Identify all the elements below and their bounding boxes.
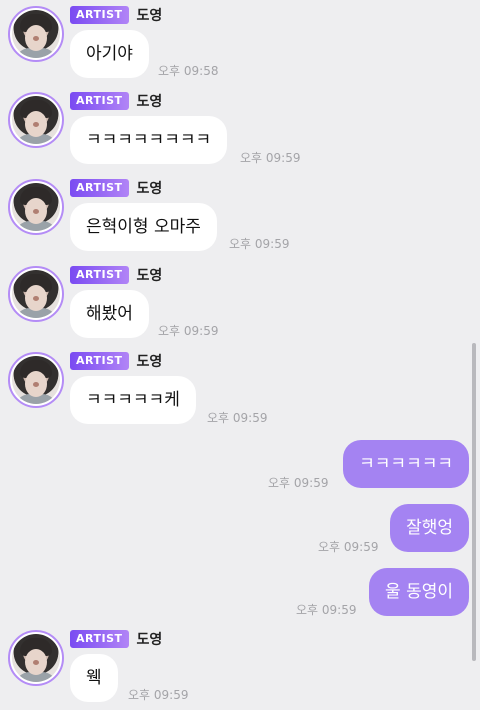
sender-name: 도영 [136,181,163,197]
message-bubble[interactable]: 아기야 [70,30,149,78]
sender-row: ARTIST 도영 [70,6,162,24]
artist-badge: ARTIST [70,266,129,284]
message-time: 오후 09:59 [128,688,189,702]
sender-row: ARTIST 도영 [70,630,162,648]
sender-row: ARTIST 도영 [70,266,162,284]
outgoing-message-bubble[interactable]: 울 동영이 [369,568,469,616]
message-bubble[interactable]: ㅋㅋㅋㅋㅋㅋㅋㅋ [70,116,228,164]
artist-badge: ARTIST [70,6,129,24]
message-time: 오후 09:59 [229,237,290,251]
message-bubble[interactable]: ㅋㅋㅋㅋㅋ케 [70,376,196,424]
message-time: 오후 09:59 [318,540,379,554]
message-time: 오후 09:59 [268,476,329,490]
message-time: 오후 09:59 [207,411,268,425]
message-time: 오후 09:59 [240,151,301,165]
sender-name: 도영 [136,94,163,110]
outgoing-message-bubble[interactable]: ㅋㅋㅋㅋㅋㅋ [343,440,469,488]
artist-badge: ARTIST [70,92,129,110]
sender-name: 도영 [136,268,163,284]
message-bubble[interactable]: 웩 [70,654,118,702]
avatar[interactable] [8,352,64,408]
sender-name: 도영 [136,632,163,648]
message-time: 오후 09:59 [296,603,357,617]
sender-name: 도영 [136,354,163,370]
artist-badge: ARTIST [70,179,129,197]
avatar[interactable] [8,92,64,148]
sender-row: ARTIST 도영 [70,92,162,110]
sender-row: ARTIST 도영 [70,179,162,197]
avatar[interactable] [8,179,64,235]
avatar[interactable] [8,630,64,686]
outgoing-message-bubble[interactable]: 잘햇엉 [390,504,469,552]
message-bubble[interactable]: 은혁이형 오마주 [70,203,217,251]
avatar[interactable] [8,6,64,62]
sender-row: ARTIST 도영 [70,352,162,370]
scrollbar[interactable] [472,343,476,661]
sender-name: 도영 [136,8,163,24]
message-bubble[interactable]: 해봤어 [70,290,149,338]
artist-badge: ARTIST [70,630,129,648]
message-time: 오후 09:59 [158,324,219,338]
artist-badge: ARTIST [70,352,129,370]
message-time: 오후 09:58 [158,64,219,78]
avatar[interactable] [8,266,64,322]
